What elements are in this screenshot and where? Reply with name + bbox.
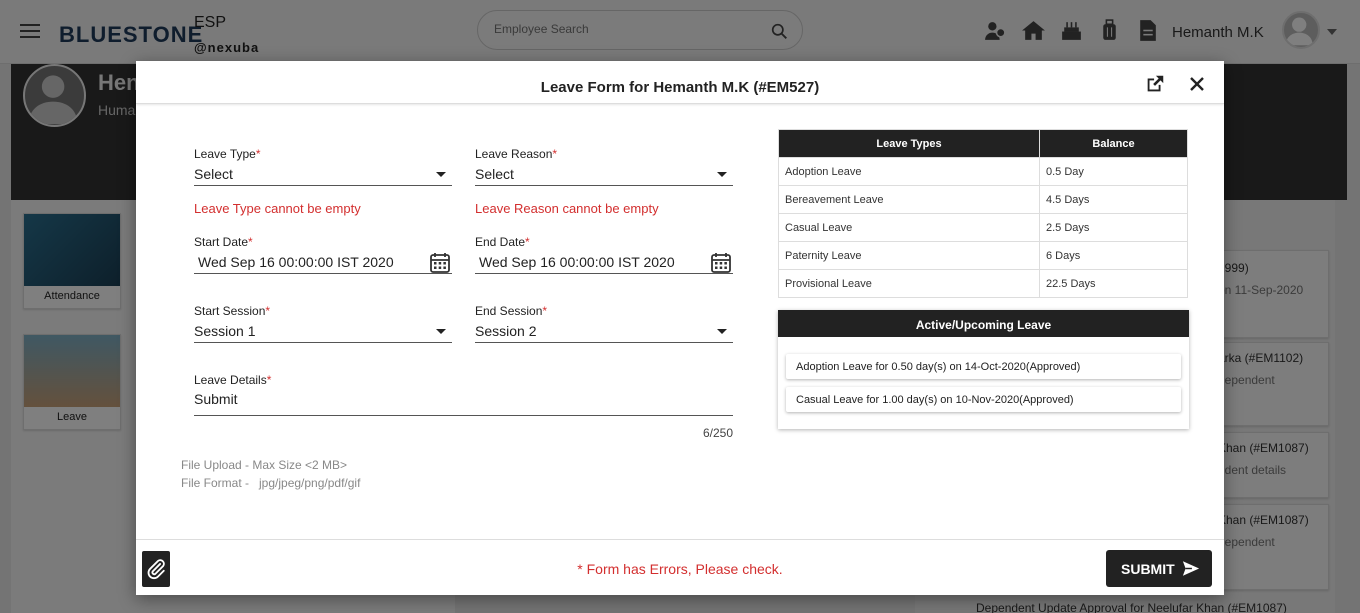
leave-type-cell: Bereavement Leave — [778, 185, 1040, 214]
table-row: Bereavement Leave 4.5 Days — [778, 185, 1188, 214]
start-session-field: Start Session* Session 1 — [194, 304, 452, 343]
dropdown-arrow-icon — [717, 329, 727, 334]
table-row: Paternity Leave 6 Days — [778, 241, 1188, 270]
dialog-header: Leave Form for Hemanth M.K (#EM527) — [136, 61, 1224, 104]
end-date-field: End Date* Wed Sep 16 00:00:00 IST 2020 — [475, 235, 733, 274]
table-row: Provisional Leave 22.5 Days — [778, 269, 1188, 298]
date-value: Wed Sep 16 00:00:00 IST 2020 — [479, 254, 675, 270]
field-label: Start Date* — [194, 235, 253, 249]
dropdown-arrow-icon — [717, 172, 727, 177]
active-leave-panel: Active/Upcoming Leave Adoption Leave for… — [778, 310, 1189, 429]
leave-type-select[interactable]: Select — [194, 161, 452, 186]
leave-reason-error: Leave Reason cannot be empty — [475, 201, 659, 216]
start-date-input[interactable]: Wed Sep 16 00:00:00 IST 2020 — [194, 249, 452, 274]
leave-details-textarea[interactable]: Submit — [194, 387, 733, 416]
field-label: End Date* — [475, 235, 530, 249]
field-label: Start Session* — [194, 304, 271, 318]
select-value: Session 2 — [475, 323, 537, 339]
table-row: Adoption Leave 0.5 Day — [778, 157, 1188, 186]
open-in-new-icon[interactable] — [1144, 73, 1166, 95]
leave-type-cell: Casual Leave — [778, 213, 1040, 242]
submit-label: SUBMIT — [1121, 560, 1175, 577]
dialog-footer: * Form has Errors, Please check. SUBMIT — [136, 539, 1224, 595]
leave-reason-field: Leave Reason* Select — [475, 147, 733, 186]
start-session-select[interactable]: Session 1 — [194, 318, 452, 343]
list-item[interactable]: Casual Leave for 1.00 day(s) on 10-Nov-2… — [786, 387, 1181, 412]
column-header: Leave Types — [778, 129, 1040, 158]
file-format-note: File Format - jpg/jpeg/png/pdf/gif — [181, 476, 361, 490]
active-leave-title: Active/Upcoming Leave — [778, 310, 1189, 337]
leave-type-field: Leave Type* Select — [194, 147, 452, 186]
leave-reason-select[interactable]: Select — [475, 161, 733, 186]
balance-cell: 6 Days — [1039, 241, 1188, 270]
end-session-select[interactable]: Session 2 — [475, 318, 733, 343]
list-item[interactable]: Adoption Leave for 0.50 day(s) on 14-Oct… — [786, 354, 1181, 379]
table-row: Casual Leave 2.5 Days — [778, 213, 1188, 242]
calendar-icon[interactable] — [430, 252, 450, 273]
send-icon — [1182, 561, 1200, 576]
leave-type-cell: Paternity Leave — [778, 241, 1040, 270]
end-date-input[interactable]: Wed Sep 16 00:00:00 IST 2020 — [475, 249, 733, 274]
balance-cell: 22.5 Days — [1039, 269, 1188, 298]
leave-type-cell: Provisional Leave — [778, 269, 1040, 298]
table-header-row: Leave Types Balance — [778, 129, 1188, 158]
select-value: Select — [475, 166, 514, 182]
field-label: Leave Details* — [194, 373, 272, 387]
balance-cell: 4.5 Days — [1039, 185, 1188, 214]
select-value: Select — [194, 166, 233, 182]
start-date-field: Start Date* Wed Sep 16 00:00:00 IST 2020 — [194, 235, 452, 274]
balance-cell: 0.5 Day — [1039, 157, 1188, 186]
char-counter: 6/250 — [702, 426, 733, 440]
column-header: Balance — [1039, 129, 1188, 158]
balance-cell: 2.5 Days — [1039, 213, 1188, 242]
file-upload-size-note: File Upload - Max Size <2 MB> — [181, 458, 348, 472]
calendar-icon[interactable] — [711, 252, 731, 273]
end-session-field: End Session* Session 2 — [475, 304, 733, 343]
leave-details-field: Leave Details* Submit — [194, 373, 733, 416]
close-icon[interactable] — [1189, 76, 1205, 92]
leave-balance-table: Leave Types Balance Adoption Leave 0.5 D… — [778, 129, 1188, 298]
dialog-title: Leave Form for Hemanth M.K (#EM527) — [540, 79, 820, 96]
field-label: End Session* — [475, 304, 548, 318]
form-error-message: * Form has Errors, Please check. — [577, 561, 783, 577]
leave-type-error: Leave Type cannot be empty — [194, 201, 361, 216]
dropdown-arrow-icon — [436, 172, 446, 177]
field-label: Leave Type* — [194, 147, 261, 161]
dropdown-arrow-icon — [436, 329, 446, 334]
field-label: Leave Reason* — [475, 147, 558, 161]
date-value: Wed Sep 16 00:00:00 IST 2020 — [198, 254, 394, 270]
submit-button[interactable]: SUBMIT — [1106, 550, 1212, 587]
leave-form-dialog: Leave Form for Hemanth M.K (#EM527) Leav… — [136, 61, 1224, 595]
leave-type-cell: Adoption Leave — [778, 157, 1040, 186]
select-value: Session 1 — [194, 323, 256, 339]
